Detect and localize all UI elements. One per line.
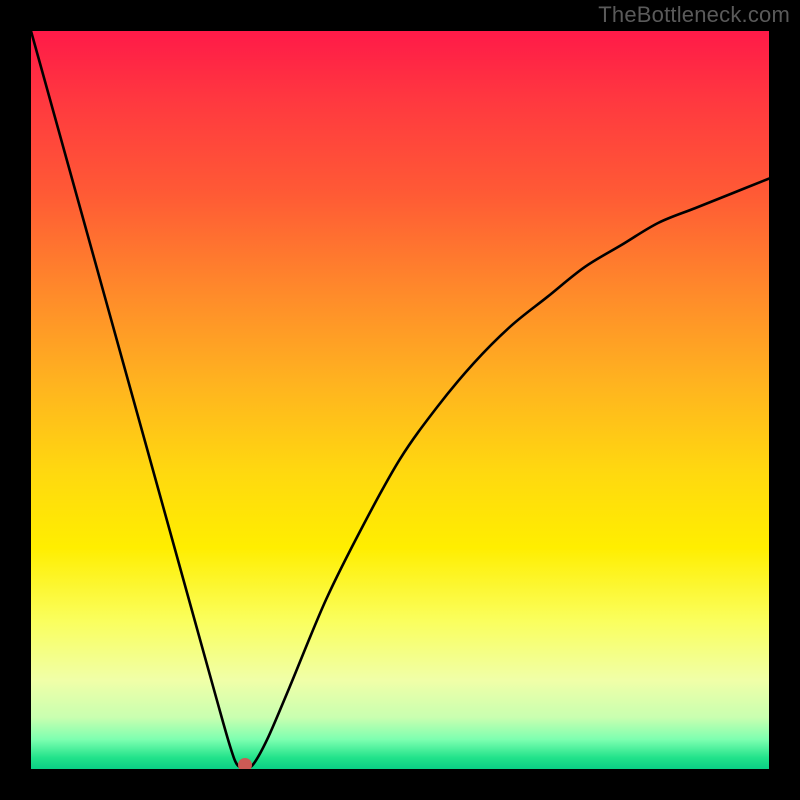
bottleneck-curve — [31, 31, 769, 769]
plot-area — [31, 31, 769, 769]
minimum-marker — [238, 758, 252, 769]
chart-frame: TheBottleneck.com — [0, 0, 800, 800]
watermark-text: TheBottleneck.com — [598, 2, 790, 28]
